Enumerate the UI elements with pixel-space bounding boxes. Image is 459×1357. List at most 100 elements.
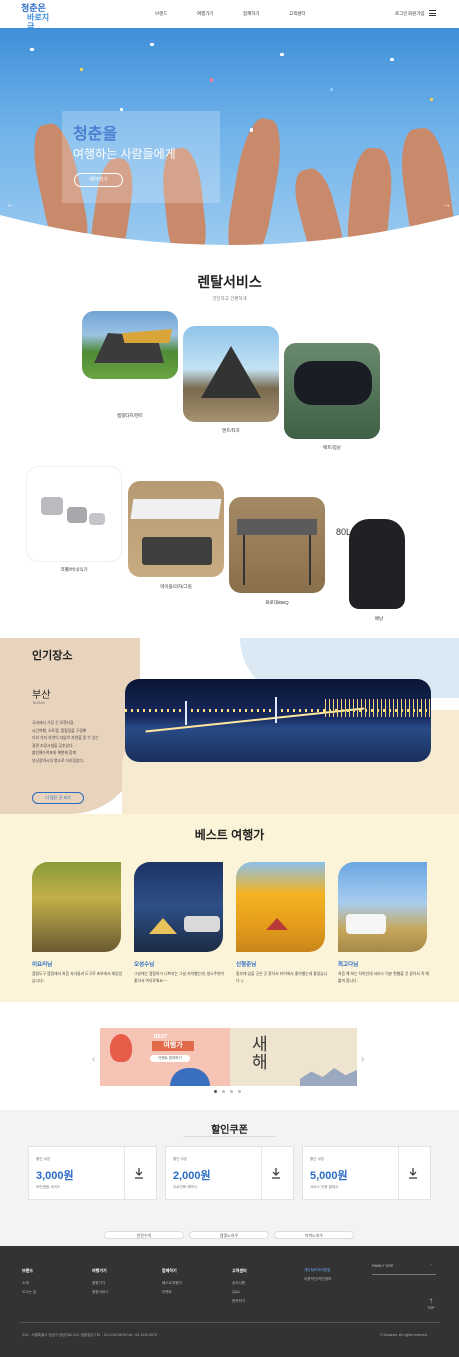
best-card-desc: 처음 해 보는 차박인데 서비스 덕분 편했을 것 같아서 꼭 해 볼까 합니다… (338, 972, 429, 983)
coupon-card[interactable]: 할인 쿠폰 3,000원 모든캠핑 서비스 (28, 1146, 157, 1200)
busan-bridge-image (125, 679, 431, 762)
best-card-image[interactable] (134, 862, 223, 952)
top-button[interactable]: ↑ TOP (425, 1296, 437, 1316)
footer-col-title: 고객센터 (232, 1268, 247, 1273)
coupon-desc: 모든캠핑 서비스 (36, 1185, 61, 1189)
logo[interactable]: 청춘은 바로지금 (21, 4, 55, 32)
rental-subtitle: 간단하고 간편하게 (212, 296, 247, 301)
popular-description: 국내에서 가장 긴 모랫사장, 시간여행, 오토캠, 캠핑장을 구경해 다리 가… (32, 720, 124, 765)
footer-col-title: 함께하기 (162, 1268, 177, 1273)
footer-terms-link[interactable]: 이용약관/약관정보 (304, 1277, 331, 1282)
coupon-amount: 5,000원 (310, 1170, 348, 1182)
carousel-dot[interactable] (214, 1090, 217, 1093)
rental-item-label: 캠핑타프/텐트 (116, 413, 144, 418)
footer-link[interactable]: 소개 (22, 1281, 29, 1286)
more-places-button[interactable]: 더 많은 곳 보기 (32, 792, 84, 804)
chevron-right-icon[interactable]: › (361, 1054, 364, 1065)
footer-link[interactable]: 문의하기 (232, 1299, 245, 1304)
rental-item-label: 화로대/BBQ (265, 600, 289, 605)
coupon-label: 할인 쿠폰 (173, 1157, 188, 1161)
nav-support[interactable]: 고객센터 (289, 11, 306, 17)
rental-item-label: 매트/침낭 (323, 445, 341, 450)
footer-link[interactable]: 오시는 길 (22, 1290, 36, 1295)
carousel-dot[interactable] (238, 1090, 241, 1093)
footer-privacy-link[interactable]: 개인정보처리방침 (304, 1268, 330, 1273)
footer-copyright: © Busanes. All rights reserved. (380, 1333, 428, 1337)
carousel-dot[interactable] (230, 1090, 233, 1093)
hero-title: 청춘을 (73, 126, 118, 143)
best-title: 베스트 여행가 (194, 828, 265, 842)
footer-link[interactable]: 캠핑가기 (92, 1281, 105, 1286)
rental-item-label: 코펠/버너/식기 (60, 567, 88, 572)
event-banner[interactable]: BEST 여행가 이벤트 참여하기 새해 (100, 1028, 357, 1086)
coupon-divider (398, 1147, 399, 1199)
carousel-dot[interactable] (222, 1090, 225, 1093)
footer-link[interactable]: 공지사항 (232, 1281, 245, 1286)
download-icon[interactable] (408, 1167, 418, 1179)
chevron-left-icon[interactable]: ‹ (92, 1054, 95, 1065)
best-card-desc: 그날에는 캠핑하기 나쁘지는 그날 저녁했는데, 청소주변이 좋아서 여유로워요… (134, 972, 225, 983)
rental-item-image[interactable] (183, 326, 279, 422)
desc-line: 경관 조망시설을 갖추었다. (32, 743, 74, 748)
coupon-card[interactable]: 할인 쿠폰 5,000원 서비스 이용 결제시 (302, 1146, 431, 1200)
best-card-name: 이요리님 (32, 962, 53, 968)
reserve-button[interactable]: 예약하기 (74, 173, 123, 187)
download-icon[interactable] (134, 1167, 144, 1179)
rental-item-image[interactable] (128, 481, 224, 577)
footer-link[interactable]: 베스트여행가 (162, 1281, 182, 1286)
footer-link[interactable]: Q&A (232, 1290, 240, 1294)
download-icon[interactable] (271, 1167, 281, 1179)
arrow-left-icon[interactable]: ← (6, 200, 14, 209)
footer-divider (20, 1322, 440, 1323)
link-carcamping-tips[interactable]: 차박노하우 (274, 1231, 354, 1239)
rental-item-label: 배낭 (374, 616, 384, 621)
footer-col-title: 여행가기 (92, 1268, 107, 1273)
family-site-label: FAMILY SITE (372, 1264, 394, 1268)
hero-wave (0, 215, 459, 253)
banner-title: 여행가 (152, 1041, 194, 1051)
rental-item-label: 테이블/의자/그릴 (160, 584, 192, 589)
popular-city: 부산 (32, 690, 51, 701)
coupon-desc: 무료전화 예약시 (173, 1185, 198, 1189)
coupon-card[interactable]: 할인 쿠폰 2,000원 무료전화 예약시 (165, 1146, 294, 1200)
banner-event-button[interactable]: 이벤트 참여하기 (150, 1055, 190, 1062)
best-card-name: 오성수님 (134, 962, 155, 968)
family-site-select[interactable]: FAMILY SITE ˆ (372, 1264, 436, 1275)
coupon-desc: 서비스 이용 결제시 (310, 1185, 339, 1189)
chevron-up-icon: ˆ (430, 1264, 432, 1268)
banner-right-text: 새해 (252, 1035, 268, 1072)
signup-link[interactable]: 회원가입 (408, 11, 425, 17)
rental-item-image[interactable] (284, 343, 380, 439)
desc-line: 시간여행, 오토캠, 캠핑장을 구경해 (32, 728, 87, 733)
rental-item-image[interactable] (26, 466, 122, 562)
best-card-image[interactable] (236, 862, 325, 952)
arrow-up-icon: ↑ (429, 1296, 433, 1305)
rental-item-image[interactable] (229, 497, 325, 593)
login-link[interactable]: 로그인 (395, 11, 407, 17)
footer-col-title: 브랜드 (22, 1268, 34, 1273)
rental-item-image[interactable] (82, 311, 178, 379)
desc-line: 부산광역시의 명소로 자리잡았다. (32, 758, 85, 763)
hero-subtitle: 여행하는 사람들에게 (73, 147, 176, 161)
coupon-title: 할인쿠폰 (211, 1125, 248, 1136)
hamburger-icon[interactable] (429, 10, 436, 16)
link-safety[interactable]: 안전수칙 (104, 1231, 184, 1239)
best-card-image[interactable] (32, 862, 121, 952)
best-card-name: 최고다님 (338, 962, 359, 968)
arrow-right-icon[interactable]: → (443, 200, 451, 209)
footer-link[interactable]: 캠핑서비스 (92, 1290, 109, 1295)
footer-link[interactable]: 이벤트 (162, 1290, 172, 1295)
rental-item-image[interactable]: 80L (331, 513, 427, 609)
rental-item-label: 텐트/타프 (222, 428, 240, 433)
desc-line: 국내에서 가장 긴 모랫사장, (32, 721, 75, 725)
banner-tag: BEST (154, 1034, 168, 1040)
best-card-desc: 필부에 있을 곳은 곳 찾아서 타이에서 좋아했는데 좋았습니다 :) (236, 972, 328, 983)
popular-city-en: BUSAN (33, 701, 46, 705)
coupon-label: 할인 쿠폰 (310, 1157, 325, 1161)
nav-brand[interactable]: 브랜드 (155, 11, 167, 17)
nav-together[interactable]: 함께하기 (243, 11, 260, 17)
link-camping-tips[interactable]: 캠핑노하우 (189, 1231, 269, 1239)
nav-travel[interactable]: 여행가기 (197, 11, 214, 17)
footer-address: 주소 : 서울특별시 강남구 강남대로 123, 청춘빌딩 TEL : 02-1… (22, 1333, 158, 1337)
best-card-image[interactable] (338, 862, 427, 952)
